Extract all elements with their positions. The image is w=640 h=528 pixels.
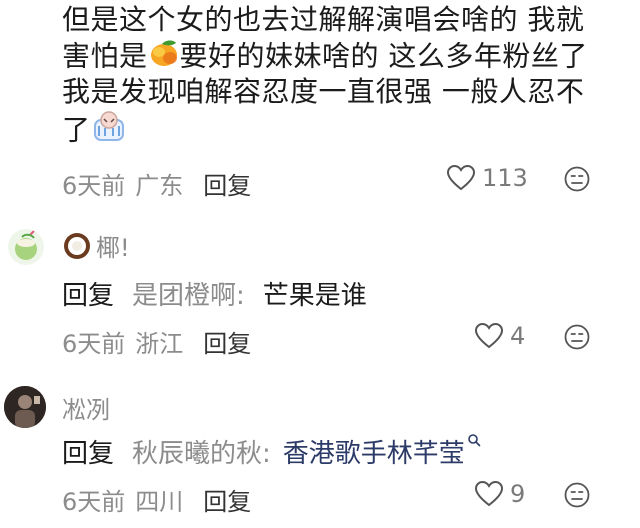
comment-1-reply-button[interactable]: 回复 (203, 172, 251, 200)
comment-1-line-4-text: 了 (62, 113, 91, 147)
comment-1-line-2-b: 要好的妹妹啥的 这么多年粉丝了 (179, 39, 588, 73)
comment-2-reply-button[interactable]: 回复 (203, 330, 251, 358)
user-photo-avatar-icon (4, 386, 46, 428)
comment-2-like-button[interactable]: 4 (474, 322, 525, 350)
heart-icon (446, 164, 476, 191)
comment-2-location: 浙江 (135, 330, 184, 358)
comment-1-line-3: 我是发现咱解容忍度一直很强 一般人忍不 (62, 75, 585, 108)
mango-emoji-icon (148, 38, 180, 77)
comment-1-meta: 6天前 广东 回复 (62, 166, 251, 201)
comment-3-reply-line: 回复 秋辰曦的秋: 香港歌手林芊莹 (62, 433, 481, 470)
comment-2-header: 椰! (62, 228, 130, 263)
comment-3-dislike-button[interactable] (564, 482, 590, 512)
comment-3-username[interactable]: 凇冽 (62, 390, 110, 425)
comment-2-reply-label: 回复 (62, 281, 115, 311)
comment-2-username[interactable]: 椰! (96, 234, 130, 262)
comment-1-like-button[interactable]: 113 (446, 164, 528, 192)
comment-2-dislike-button[interactable] (564, 324, 590, 354)
heart-icon (474, 480, 504, 507)
dislike-face-icon (564, 166, 590, 192)
crying-emoji-icon (91, 110, 127, 153)
comment-2-meta: 6天前 浙江 回复 (62, 324, 251, 359)
comment-3-location: 四川 (135, 488, 184, 516)
comment-3-reply-link-text[interactable]: 香港歌手林芊莹 (283, 439, 465, 469)
coconut-emoji-icon (64, 232, 90, 259)
comment-3-reply-label: 回复 (62, 439, 115, 469)
heart-icon (474, 322, 504, 349)
comment-3-reply-target[interactable]: 秋辰曦的秋: (132, 439, 271, 469)
coconut-avatar-icon (15, 230, 37, 260)
comment-3-reply-button[interactable]: 回复 (203, 488, 251, 516)
comment-1-line-1: 但是这个女的也去过解解演唱会啥的 我就 (62, 3, 585, 36)
avatar[interactable] (4, 386, 46, 428)
comment-1-dislike-button[interactable] (564, 166, 590, 196)
avatar[interactable] (8, 229, 44, 265)
comment-2-like-count: 4 (510, 322, 526, 350)
comment-3-like-count: 9 (510, 480, 526, 508)
comment-2-reply-text: 芒果是谁 (262, 281, 367, 311)
dislike-face-icon (564, 482, 590, 508)
comment-1-line-2-a: 害怕是 (62, 39, 148, 73)
comment-2-reply-target[interactable]: 是团橙啊: (132, 281, 245, 311)
comment-1-time: 6天前 (62, 172, 126, 200)
comment-1-line-2: 害怕是 要好的妹妹啥的 这么多年粉丝了 (62, 38, 588, 77)
comment-3-time: 6天前 (62, 488, 126, 516)
search-icon[interactable] (467, 433, 481, 447)
comment-3-meta: 6天前 四川 回复 (62, 482, 251, 517)
comment-3-like-button[interactable]: 9 (474, 480, 525, 508)
comment-1-like-count: 113 (482, 164, 528, 192)
comment-1-line-4: 了 (62, 110, 127, 153)
comment-2-time: 6天前 (62, 330, 126, 358)
comment-2-reply-line: 回复 是团橙啊: 芒果是谁 (62, 275, 367, 312)
dislike-face-icon (564, 324, 590, 350)
comment-1-location: 广东 (135, 172, 184, 200)
